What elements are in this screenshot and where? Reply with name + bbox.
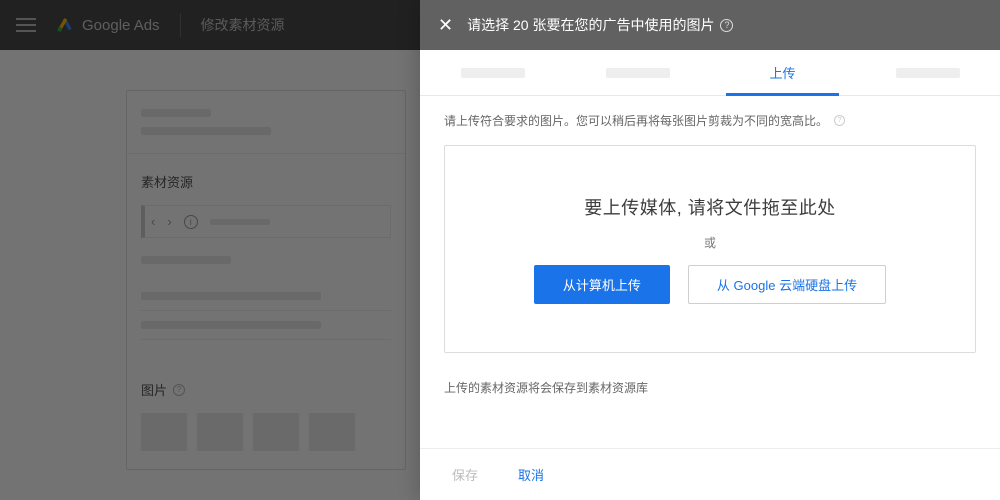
save-note: 上传的素材资源将会保存到素材资源库 — [444, 379, 976, 396]
modal-header: ✕ 请选择 20 张要在您的广告中使用的图片 ? — [420, 0, 1000, 50]
help-icon[interactable]: ? — [720, 19, 733, 32]
help-icon[interactable]: ? — [834, 115, 845, 126]
tab-bar: 上传 — [420, 50, 1000, 96]
tab-placeholder-3[interactable] — [855, 50, 1000, 95]
tab-placeholder-1[interactable] — [420, 50, 565, 95]
dropzone[interactable]: 要上传媒体, 请将文件拖至此处 或 从计算机上传 从 Google 云端硬盘上传 — [444, 145, 976, 353]
dropzone-title: 要上传媒体, 请将文件拖至此处 — [584, 194, 836, 220]
close-icon[interactable]: ✕ — [438, 16, 453, 34]
modal-title: 请选择 20 张要在您的广告中使用的图片 — [467, 15, 714, 35]
cancel-button[interactable]: 取消 — [510, 459, 552, 490]
tab-upload[interactable]: 上传 — [710, 50, 855, 95]
save-button[interactable]: 保存 — [444, 459, 486, 490]
upload-from-drive-button[interactable]: 从 Google 云端硬盘上传 — [688, 265, 886, 304]
image-picker-modal: ✕ 请选择 20 张要在您的广告中使用的图片 ? 上传 请上传符合要求的图片。您… — [420, 0, 1000, 500]
footer-spacer — [576, 474, 976, 475]
upload-hint: 请上传符合要求的图片。您可以稍后再将每张图片剪裁为不同的宽高比。 ? — [444, 112, 976, 129]
modal-footer: 保存 取消 — [420, 448, 1000, 500]
tab-placeholder-2[interactable] — [565, 50, 710, 95]
modal-body: 请上传符合要求的图片。您可以稍后再将每张图片剪裁为不同的宽高比。 ? 要上传媒体… — [420, 96, 1000, 448]
dropzone-or: 或 — [704, 234, 716, 251]
upload-from-computer-button[interactable]: 从计算机上传 — [534, 265, 670, 304]
